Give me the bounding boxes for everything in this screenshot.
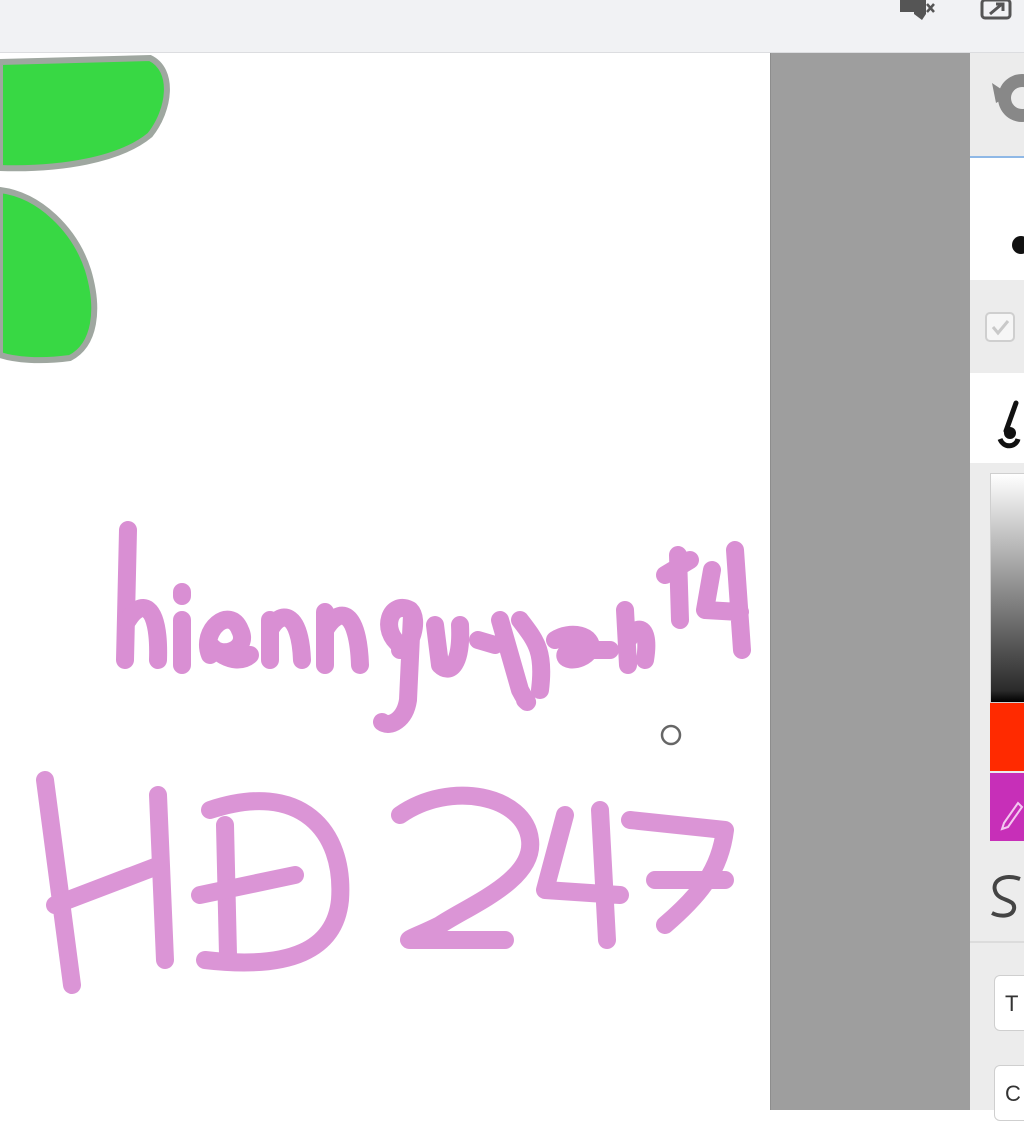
checkbox-icon[interactable] bbox=[984, 311, 1016, 343]
text-input-2-value: C bbox=[1005, 1081, 1021, 1106]
brush-tool-section[interactable] bbox=[970, 373, 1024, 463]
text-style-icon[interactable] bbox=[984, 871, 1024, 919]
drawing-canvas[interactable] bbox=[0, 53, 770, 1110]
speaker-muted-icon[interactable] bbox=[896, 0, 944, 22]
green-leaf-bottom bbox=[0, 186, 98, 364]
color-swatch-magenta[interactable] bbox=[990, 773, 1024, 841]
color-gradient[interactable] bbox=[990, 473, 1024, 703]
tool-panel: T C bbox=[970, 53, 1024, 1121]
drawing-strokes bbox=[0, 54, 751, 994]
text-input-2[interactable]: C bbox=[994, 1065, 1024, 1121]
share-external-icon[interactable] bbox=[976, 0, 1024, 22]
green-leaf-top bbox=[0, 54, 170, 172]
text-input-1[interactable]: T bbox=[994, 975, 1024, 1031]
handwriting-line-1 bbox=[116, 521, 751, 733]
color-swatch-red[interactable] bbox=[990, 703, 1024, 771]
undo-icon[interactable] bbox=[970, 53, 1024, 153]
text-input-1-value: T bbox=[1005, 991, 1019, 1016]
brush-size-section[interactable] bbox=[970, 158, 1024, 280]
brush-dot-icon bbox=[1012, 236, 1024, 254]
canvas-gutter bbox=[770, 53, 971, 1110]
handwriting-line-2 bbox=[36, 771, 734, 994]
pencil-icon bbox=[1000, 801, 1024, 831]
brush-tool-icon bbox=[997, 400, 1021, 449]
browser-toolbar bbox=[0, 0, 1024, 53]
brush-cursor bbox=[660, 724, 682, 746]
